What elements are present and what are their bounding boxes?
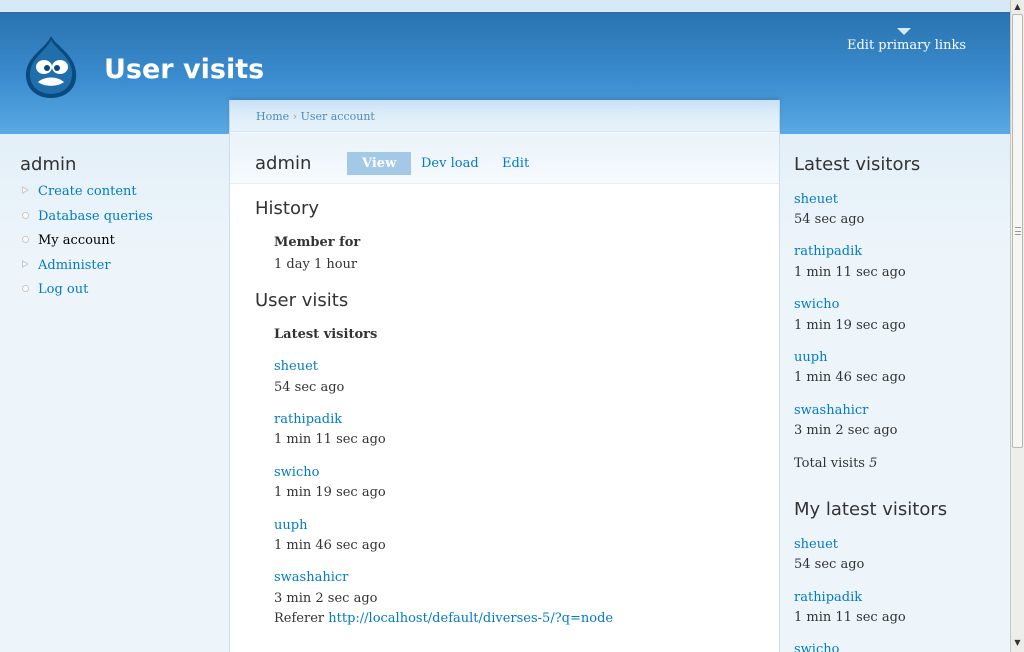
vertical-scrollbar[interactable]: ▲ ▼ — [1010, 0, 1024, 652]
grip-icon — [1015, 227, 1021, 235]
breadcrumb: Home › User account — [256, 110, 375, 123]
visitor-link[interactable]: rathipadik — [794, 590, 862, 605]
visitor-link[interactable]: rathipadik — [274, 412, 342, 427]
leaf-bullet-icon — [22, 236, 29, 243]
visitor-link[interactable]: uuph — [274, 518, 307, 533]
visitor-time: 1 min 46 sec ago — [794, 370, 906, 385]
sidebar-left: admin Create content Database queries My… — [0, 134, 229, 652]
collapsed-triangle-icon — [22, 186, 29, 194]
menu-item-database-queries[interactable]: Database queries — [20, 209, 153, 234]
member-for-label: Member for — [274, 235, 361, 250]
leaf-bullet-icon — [22, 211, 29, 219]
menu-item-label[interactable]: Log out — [38, 282, 88, 297]
edit-primary-links-label[interactable]: Edit primary links — [847, 38, 966, 53]
title-row: admin View Dev load Edit — [230, 133, 779, 184]
visitor-link[interactable]: swashahicr — [794, 403, 868, 418]
main-content: Home › User account admin View Dev load … — [229, 100, 780, 652]
user-visits-heading: User visits — [255, 290, 349, 311]
visitor-link[interactable]: sheuet — [274, 359, 318, 374]
scroll-up-arrow-icon[interactable]: ▲ — [1011, 0, 1024, 14]
history-heading: History — [255, 198, 320, 219]
menu-item-label[interactable]: Create content — [38, 184, 137, 199]
breadcrumb-bar: Home › User account — [230, 100, 779, 132]
referer-link[interactable]: http://localhost/default/diverses-5/?q=n… — [328, 611, 613, 626]
visitor-link[interactable]: uuph — [794, 350, 827, 365]
menu-item-label[interactable]: Database queries — [38, 209, 153, 224]
latest-visitors-subheading: Latest visitors — [274, 327, 378, 342]
visitor-link[interactable]: swicho — [794, 297, 839, 312]
visitor-time: 1 min 11 sec ago — [794, 610, 906, 625]
visitor-link[interactable]: rathipadik — [794, 244, 862, 259]
visitor-time: 1 min 19 sec ago — [794, 318, 906, 333]
visitor-time: 54 sec ago — [794, 212, 865, 227]
visitor-time: 54 sec ago — [274, 380, 345, 395]
scrollbar-thumb[interactable] — [1012, 14, 1023, 448]
referer-label: Referer — [274, 611, 325, 626]
menu-item-label[interactable]: Administer — [38, 258, 111, 273]
visitor-link[interactable]: swicho — [794, 642, 839, 652]
leaf-bullet-icon — [22, 285, 29, 292]
total-visits-label: Total visits — [794, 456, 865, 471]
edit-primary-links-link[interactable]: Edit primary links — [847, 28, 966, 53]
menu-item-administer[interactable]: Administer — [20, 258, 153, 283]
visitor-time: 3 min 2 sec ago — [274, 591, 378, 606]
top-strip — [0, 0, 1010, 14]
referer-row: Referer http://localhost/default/diverse… — [274, 611, 613, 626]
sidebar-user-title: admin — [20, 154, 77, 175]
total-visits: Total visits 5 — [794, 456, 877, 471]
menu-item-log-out[interactable]: Log out — [20, 282, 153, 307]
visitor-link[interactable]: swashahicr — [274, 570, 348, 585]
menu-item-label[interactable]: My account — [38, 233, 115, 248]
visitor-time: 1 min 11 sec ago — [794, 265, 906, 280]
collapsed-triangle-icon — [22, 259, 29, 268]
menu-item-create-content[interactable]: Create content — [20, 184, 153, 209]
drupal-logo-icon[interactable] — [20, 34, 82, 100]
page-title: admin — [255, 153, 312, 174]
member-for-value: 1 day 1 hour — [274, 257, 358, 272]
visitor-time: 1 min 46 sec ago — [274, 538, 386, 553]
sidebar-right: Latest visitors sheuet 54 sec ago rathip… — [780, 134, 1010, 652]
breadcrumb-user-account[interactable]: User account — [301, 110, 375, 123]
breadcrumb-separator: › — [292, 110, 298, 123]
notch-marker — [896, 28, 911, 35]
site-title[interactable]: User visits — [104, 54, 264, 85]
my-latest-visitors-heading: My latest visitors — [794, 499, 948, 520]
visitor-link[interactable]: sheuet — [794, 192, 838, 207]
scroll-down-arrow-icon[interactable]: ▼ — [1011, 636, 1024, 650]
visitor-time: 1 min 19 sec ago — [274, 485, 386, 500]
visitor-time: 1 min 11 sec ago — [274, 432, 386, 447]
total-visits-value: 5 — [869, 456, 878, 471]
breadcrumb-home[interactable]: Home — [256, 110, 289, 123]
visitor-link[interactable]: sheuet — [794, 537, 838, 552]
tab-edit[interactable]: Edit — [502, 152, 529, 175]
visitor-time: 54 sec ago — [794, 557, 865, 572]
visitor-link[interactable]: swicho — [274, 465, 319, 480]
visitor-time: 3 min 2 sec ago — [794, 423, 898, 438]
latest-visitors-heading: Latest visitors — [794, 154, 921, 175]
tab-view[interactable]: View — [347, 152, 412, 175]
navigation-menu: Create content Database queries My accou… — [20, 184, 153, 307]
menu-item-my-account[interactable]: My account — [20, 233, 153, 258]
tab-dev-load[interactable]: Dev load — [421, 152, 479, 175]
